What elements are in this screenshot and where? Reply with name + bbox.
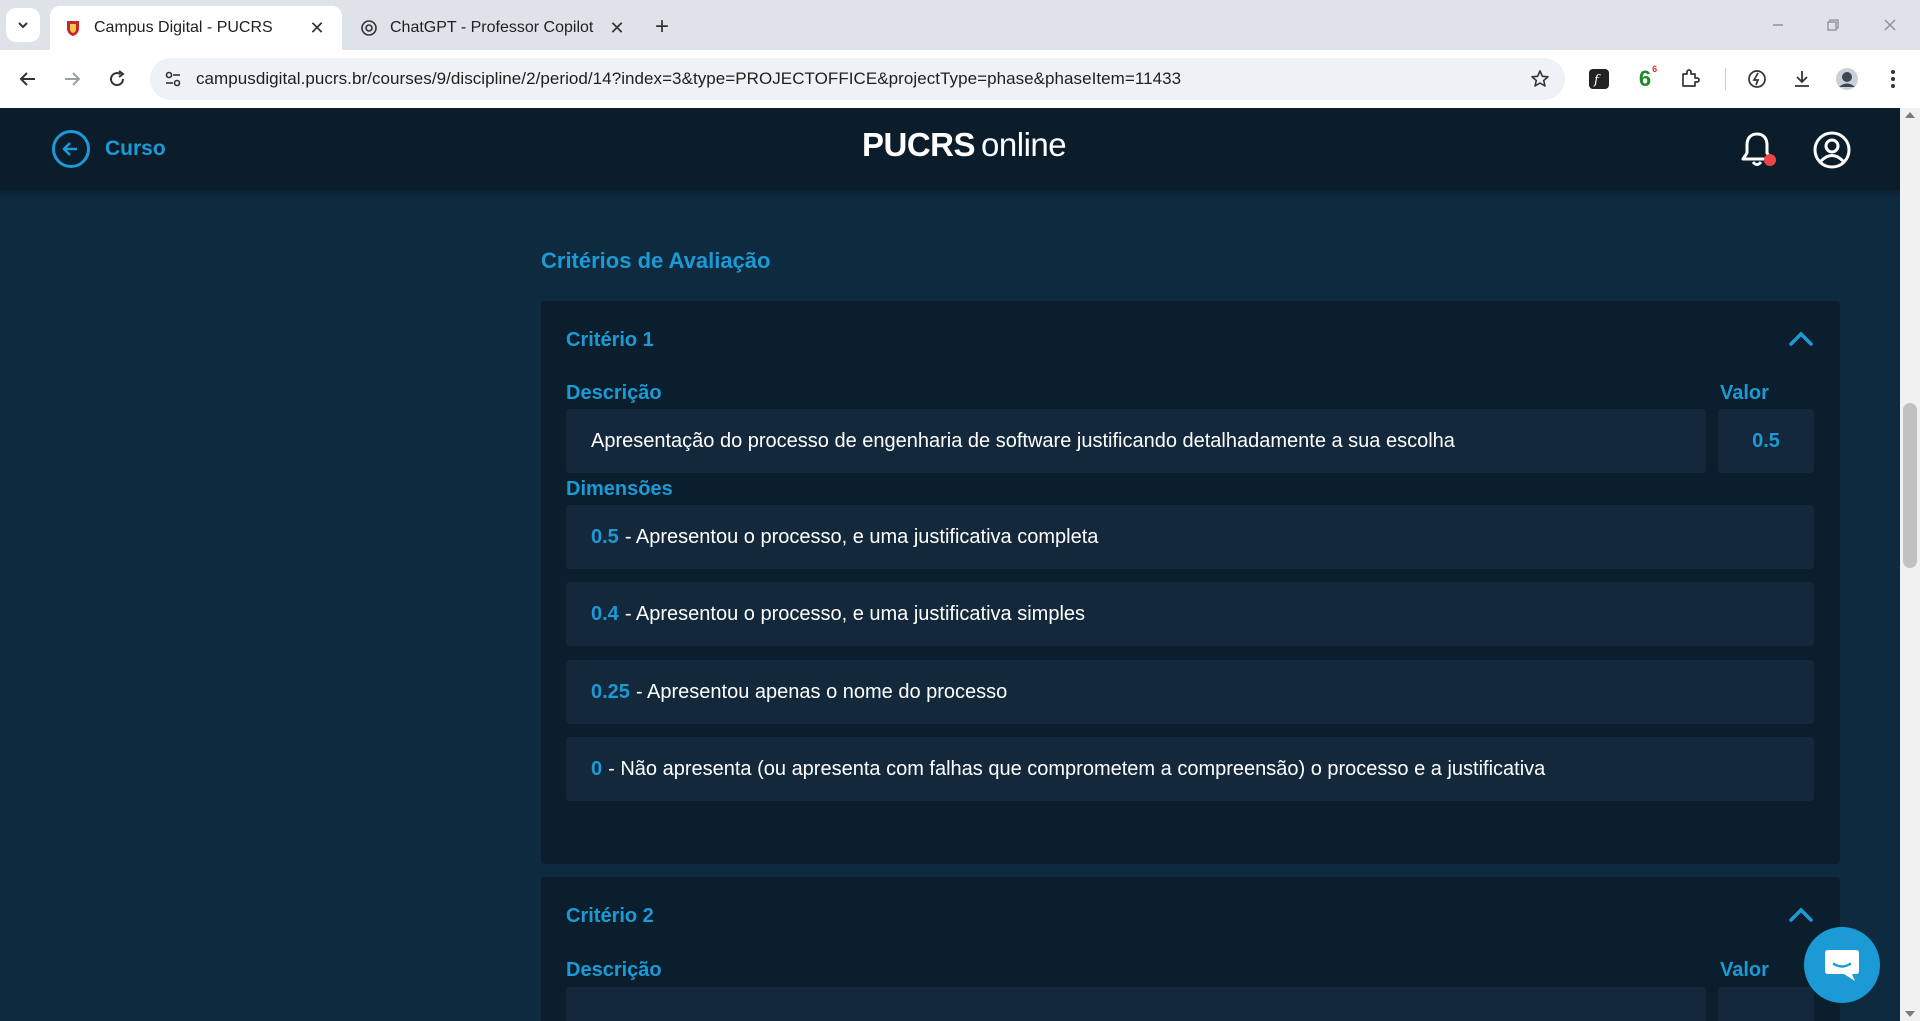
dimension-item: 0.5 - Apresentou o processo, e uma justi… [566, 505, 1814, 569]
tab-campus-digital[interactable]: Campus Digital - PUCRS ✕ [50, 6, 342, 50]
arrow-left-icon [19, 72, 35, 86]
close-window-icon[interactable] [1876, 12, 1904, 38]
dimension-item: 0.4 - Apresentou o processo, e uma justi… [566, 582, 1814, 646]
logo-bold: PUCRS [862, 126, 976, 163]
back-to-course-link[interactable]: Curso [52, 130, 166, 168]
dimension-value: 0.25 [591, 680, 630, 703]
dimension-text: - Apresentou o processo, e uma justifica… [624, 602, 1086, 625]
dimension-text: - Apresentou o processo, e uma justifica… [624, 525, 1099, 548]
browser-tab-strip: Campus Digital - PUCRS ✕ ChatGPT - Profe… [0, 0, 1920, 50]
url-text: campusdigital.pucrs.br/courses/9/discipl… [196, 69, 1182, 88]
dimension-item: 0.25 - Apresentou apenas o nome do proce… [566, 660, 1814, 724]
download-icon[interactable] [1785, 62, 1819, 96]
scroll-down-arrow-icon[interactable] [1905, 1011, 1915, 1017]
profile-avatar-icon[interactable] [1830, 62, 1864, 96]
dimension-text: - Apresentou apenas o nome do processo [635, 680, 1008, 703]
criterion-description: Apresentação do processo de engenharia d… [566, 409, 1706, 473]
dimensions-label: Dimensões [566, 478, 673, 500]
criterion-title[interactable]: Critério 2 [566, 905, 654, 928]
restore-window-icon[interactable] [1819, 12, 1847, 38]
pucrs-online-logo[interactable]: PUCRS online [862, 126, 1067, 164]
minimize-window-icon[interactable] [1764, 12, 1792, 38]
notification-dot [1764, 154, 1776, 166]
tab-chatgpt[interactable]: ChatGPT - Professor Copilot ✕ [346, 6, 642, 50]
criterion-title[interactable]: Critério 1 [566, 329, 654, 352]
extensions-puzzle-icon[interactable] [1673, 62, 1707, 96]
toolbar-separator [1725, 68, 1726, 90]
address-bar[interactable]: campusdigital.pucrs.br/courses/9/discipl… [150, 58, 1565, 100]
back-label: Curso [105, 137, 166, 160]
tab-search-button[interactable] [6, 8, 40, 42]
tab-title: ChatGPT - Professor Copilot [390, 19, 594, 36]
user-account-icon[interactable] [1812, 130, 1852, 170]
criterion-card: Critério 2 Descrição Valor [541, 877, 1840, 1021]
chevron-down-icon [18, 22, 28, 29]
section-title: Critérios de Avaliação [541, 248, 771, 273]
extension-badge: 6 [1638, 66, 1652, 91]
chat-bubble-icon [1825, 950, 1859, 981]
browser-menu-icon[interactable] [1876, 62, 1910, 96]
logo-light: online [981, 126, 1067, 163]
arrow-left-circle-icon [52, 130, 90, 168]
back-button[interactable] [11, 62, 45, 96]
criterion-description [566, 987, 1706, 1021]
chevron-up-icon[interactable] [1786, 327, 1816, 351]
new-tab-button[interactable]: + [648, 13, 676, 41]
page-content: Curso PUCRS online Critérios de Avaliação… [0, 108, 1900, 1021]
openai-favicon-icon [360, 19, 378, 37]
extension-badge-sup: 6 [1652, 64, 1658, 74]
performance-icon[interactable] [1740, 62, 1774, 96]
tab-title: Campus Digital - PUCRS [94, 19, 273, 36]
scroll-up-arrow-icon[interactable] [1905, 112, 1915, 118]
value-label: Valor [1720, 959, 1769, 981]
reload-button[interactable] [100, 62, 134, 96]
criterion-card: Critério 1 Descrição Valor Apresentação … [541, 301, 1840, 864]
criterion-value [1718, 987, 1814, 1021]
dimension-item: 0 - Não apresenta (ou apresenta com falh… [566, 737, 1814, 801]
reload-icon [110, 70, 125, 87]
bookmark-star-icon[interactable] [1527, 66, 1553, 92]
forward-button[interactable] [55, 62, 89, 96]
notifications-bell-icon[interactable] [1740, 130, 1776, 170]
site-header: Curso PUCRS online [0, 108, 1900, 190]
chat-support-button[interactable] [1804, 927, 1880, 1003]
page-scrollbar[interactable] [1900, 108, 1920, 1021]
dimension-text: - Não apresenta (ou apresenta com falhas… [608, 757, 1546, 780]
formula-extension-icon[interactable]: f [1582, 62, 1616, 96]
scrollbar-thumb[interactable] [1903, 403, 1917, 568]
chevron-up-icon[interactable] [1786, 903, 1816, 927]
close-tab-icon[interactable]: ✕ [606, 17, 628, 39]
pucrs-favicon-icon [64, 19, 82, 37]
dimension-value: 0 [591, 757, 603, 780]
criterion-value: 0.5 [1718, 409, 1814, 473]
dimension-value: 0.5 [591, 525, 619, 548]
description-label: Descrição [566, 382, 662, 404]
grades-extension-icon[interactable]: 66 [1628, 62, 1662, 96]
value-label: Valor [1720, 382, 1769, 404]
site-settings-icon[interactable] [160, 66, 186, 92]
description-label: Descrição [566, 959, 662, 981]
dimension-value: 0.4 [591, 602, 619, 625]
close-tab-icon[interactable]: ✕ [306, 17, 328, 39]
browser-toolbar: campusdigital.pucrs.br/courses/9/discipl… [0, 50, 1920, 108]
arrow-right-icon [65, 72, 81, 86]
